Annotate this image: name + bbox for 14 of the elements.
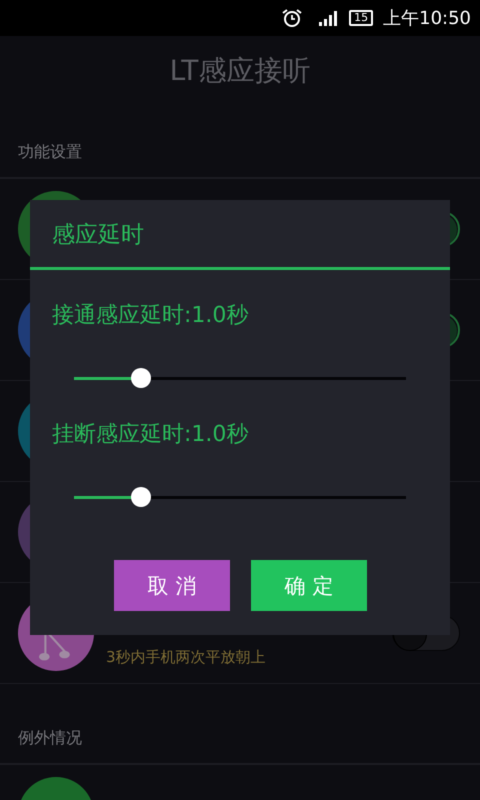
slider-label: 挂断感应延时:1.0秒 — [52, 421, 248, 449]
slider-thumb[interactable] — [130, 487, 151, 507]
slider-label: 接通感应延时:1.0秒 — [52, 302, 248, 330]
section-header: 功能设置 — [0, 104, 480, 179]
slider-thumb[interactable] — [130, 368, 151, 388]
feature-description: 3秒内手机两次平放朝上 — [106, 648, 266, 666]
clock: 上午10:50 — [383, 7, 471, 30]
alarm-icon — [281, 8, 304, 28]
cancel-button[interactable]: 取 消 — [114, 560, 230, 611]
section-header: 例外情况 — [0, 684, 480, 765]
signal-icon — [319, 10, 340, 26]
battery-level: 15 — [349, 10, 374, 26]
app-title: LT感应接听 — [168, 53, 312, 89]
dialog-title: 感应延时 — [52, 221, 144, 250]
